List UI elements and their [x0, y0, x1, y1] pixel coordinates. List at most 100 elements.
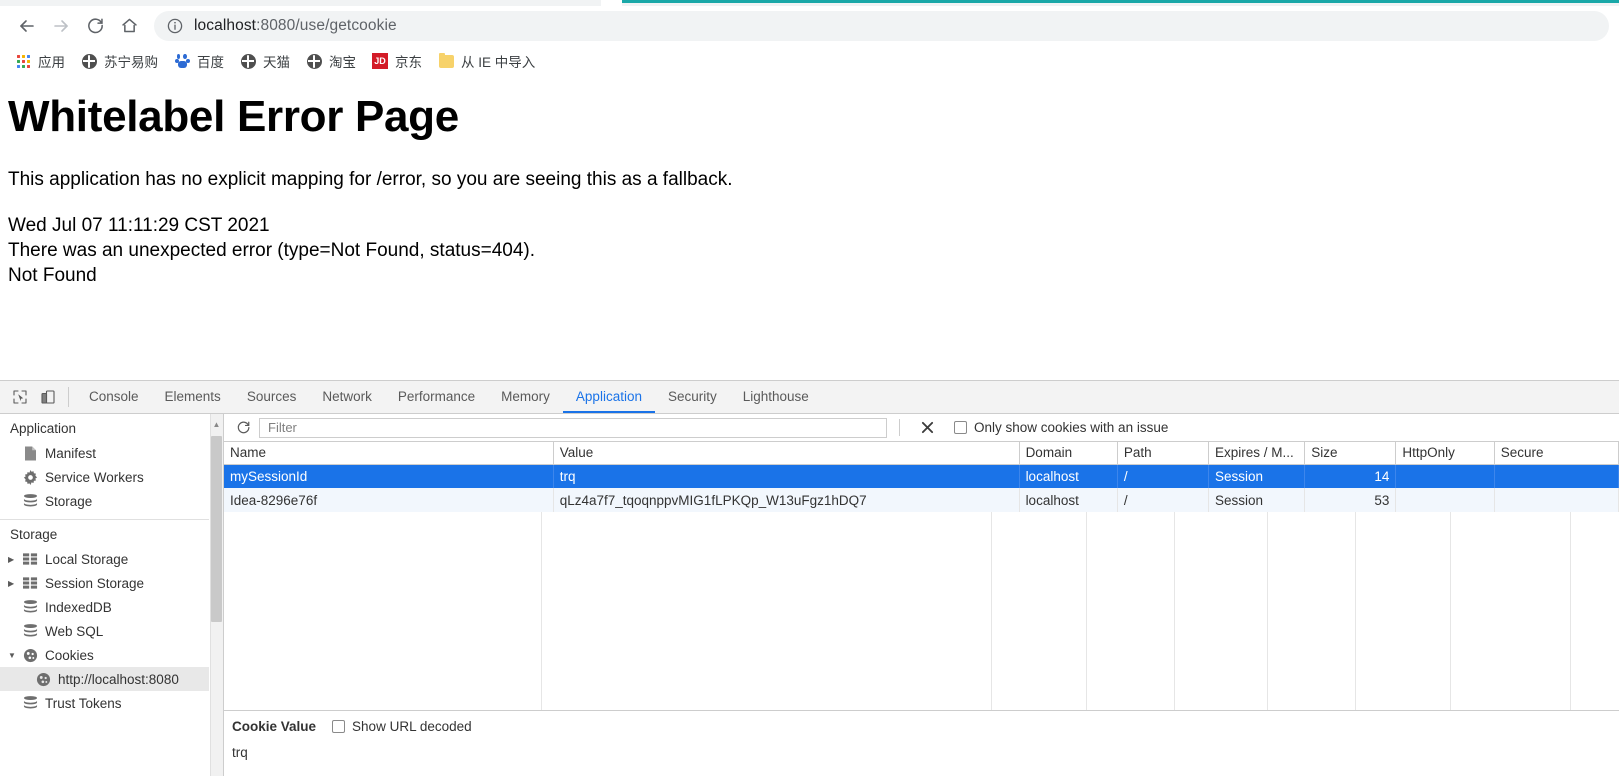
gear-glyph	[23, 469, 38, 485]
tab-security[interactable]: Security	[655, 381, 730, 413]
url-path: :8080/use/getcookie	[256, 16, 397, 34]
cookie-icon	[22, 647, 39, 663]
refresh-cookies-button[interactable]	[230, 416, 256, 440]
grid-col-domain	[992, 512, 1087, 710]
forward-button[interactable]	[44, 10, 78, 42]
page-title: Whitelabel Error Page	[8, 92, 459, 141]
tab-elements[interactable]: Elements	[152, 381, 234, 413]
only-show-issues-checkbox[interactable]	[954, 421, 967, 434]
sidebar-item-label: http://localhost:8080	[58, 671, 179, 687]
sidebar-item-label: Manifest	[45, 445, 97, 461]
back-arrow-icon	[20, 19, 34, 32]
table-header-row: Name Value Domain Path Expires / M... Si…	[224, 442, 1619, 465]
sidebar-item-local-storage[interactable]: ▶ Local Storage	[0, 547, 223, 571]
column-header-expires[interactable]: Expires / M...	[1208, 442, 1306, 465]
globe-icon	[81, 53, 97, 69]
twisty-expanded-icon[interactable]: ▼	[8, 651, 22, 660]
tab-sources[interactable]: Sources	[234, 381, 310, 413]
address-bar-url: localhost:8080/use/getcookie	[194, 17, 397, 35]
only-show-issues-checkbox-row[interactable]: Only show cookies with an issue	[954, 420, 1168, 435]
home-button[interactable]	[112, 10, 146, 42]
cookie-glyph	[36, 672, 51, 686]
column-header-secure[interactable]: Secure	[1494, 442, 1619, 465]
inspect-element-button[interactable]	[6, 381, 34, 413]
tab-console[interactable]: Console	[76, 381, 152, 413]
sidebar-scrollbar[interactable]: ▲	[210, 414, 223, 776]
sidebar-item-session-storage[interactable]: ▶ Session Storage	[0, 571, 223, 595]
scrollbar-thumb[interactable]	[211, 436, 222, 622]
column-header-path[interactable]: Path	[1117, 442, 1210, 465]
bookmark-suning[interactable]: 苏宁易购	[74, 48, 165, 74]
column-header-name[interactable]: Name	[224, 442, 554, 465]
globe-icon	[306, 53, 322, 69]
cell-path: /	[1117, 464, 1210, 488]
sidebar-item-web-sql[interactable]: ▶ Web SQL	[0, 619, 223, 643]
sidebar-item-manifest[interactable]: ▶ Manifest	[0, 441, 223, 465]
table-row[interactable]: Idea-8296e76f qLz4a7f7_tqoqnppvMIG1fLPKQ…	[224, 488, 1619, 512]
cell-path: /	[1117, 488, 1210, 512]
bookmark-ie-import-folder[interactable]: 从 IE 中导入	[431, 48, 542, 74]
cell-value: qLz4a7f7_tqoqnppvMIG1fLPKQp_W13uFgz1hDQ7	[553, 488, 1020, 512]
sidebar-section-application-title: Application	[10, 421, 77, 436]
database-icon	[22, 493, 39, 509]
reload-icon	[87, 18, 103, 34]
cookies-table-wrap: Name Value Domain Path Expires / M... Si…	[224, 442, 1619, 710]
tab-lighthouse[interactable]: Lighthouse	[730, 381, 822, 413]
twisty-collapsed-icon[interactable]: ▶	[8, 579, 22, 588]
clear-all-cookies-button[interactable]	[916, 417, 938, 439]
scroll-up-arrow-icon[interactable]: ▲	[211, 418, 222, 430]
devtools-panel: Console Elements Sources Network Perform…	[0, 380, 1619, 776]
sidebar-item-cookies[interactable]: ▼ Cookies	[0, 643, 223, 667]
tab-memory[interactable]: Memory	[488, 381, 563, 413]
bookmark-label: 百度	[197, 55, 224, 70]
twisty-collapsed-icon[interactable]: ▶	[8, 555, 22, 564]
tab-network[interactable]: Network	[309, 381, 385, 413]
bookmark-tmall[interactable]: 天猫	[233, 48, 297, 74]
show-url-decoded-label: Show URL decoded	[352, 719, 472, 734]
baidu-paw-icon	[174, 53, 190, 69]
sidebar-item-storage[interactable]: ▶ Storage	[0, 489, 223, 513]
column-header-httponly[interactable]: HttpOnly	[1395, 442, 1495, 465]
cookies-filter-input[interactable]	[266, 419, 880, 436]
table-row[interactable]: mySessionId trq localhost / Session 14	[224, 464, 1619, 488]
grid-col-expires	[1175, 512, 1268, 710]
column-header-domain[interactable]: Domain	[1019, 442, 1118, 465]
browser-tab-strip	[0, 0, 1619, 6]
tab-application[interactable]: Application	[562, 381, 655, 413]
cell-size: 14	[1304, 464, 1397, 488]
error-description: This application has no explicit mapping…	[8, 168, 733, 190]
twisty-spacer: ▶	[8, 627, 22, 636]
sidebar-item-trust-tokens[interactable]: ▶ Trust Tokens	[0, 691, 223, 715]
back-button[interactable]	[10, 10, 44, 42]
cell-name: mySessionId	[224, 464, 554, 488]
bookmark-baidu[interactable]: 百度	[167, 48, 231, 74]
bookmark-label: 从 IE 中导入	[461, 55, 536, 70]
error-details: Wed Jul 07 11:11:29 CST 2021 There was a…	[8, 213, 1611, 288]
device-toolbar-button[interactable]	[34, 381, 62, 413]
cell-size: 53	[1304, 488, 1397, 512]
column-header-size[interactable]: Size	[1304, 442, 1397, 465]
devtools-body: Application ▶ Manifest ▶	[0, 414, 1619, 776]
cookies-filter-box[interactable]	[259, 417, 887, 438]
reload-button[interactable]	[78, 10, 112, 42]
apps-grid-icon	[15, 53, 31, 69]
bookmark-label: 苏宁易购	[104, 55, 158, 70]
show-url-decoded-checkbox[interactable]	[332, 720, 346, 733]
show-url-decoded-row[interactable]: Show URL decoded	[332, 719, 472, 734]
address-bar[interactable]: localhost:8080/use/getcookie	[154, 10, 1609, 41]
home-icon	[121, 18, 137, 33]
sidebar-item-indexeddb[interactable]: ▶ IndexedDB	[0, 595, 223, 619]
site-information-icon[interactable]	[166, 17, 184, 35]
inspect-element-icon	[13, 390, 27, 404]
sidebar-item-cookies-localhost-8080[interactable]: ▶ http://localhost:8080	[0, 667, 209, 691]
sidebar-item-label: Local Storage	[45, 551, 129, 567]
browser-toolbar: localhost:8080/use/getcookie	[0, 6, 1619, 45]
twisty-spacer: ▶	[8, 603, 22, 612]
bookmark-label: 天猫	[263, 55, 290, 70]
column-header-value[interactable]: Value	[553, 442, 1020, 465]
bookmark-taobao[interactable]: 淘宝	[299, 48, 363, 74]
tab-performance[interactable]: Performance	[385, 381, 488, 413]
bookmark-apps[interactable]: 应用	[8, 48, 72, 74]
sidebar-item-service-workers[interactable]: ▶ Service Workers	[0, 465, 223, 489]
bookmark-jd[interactable]: JD 京东	[365, 48, 429, 74]
